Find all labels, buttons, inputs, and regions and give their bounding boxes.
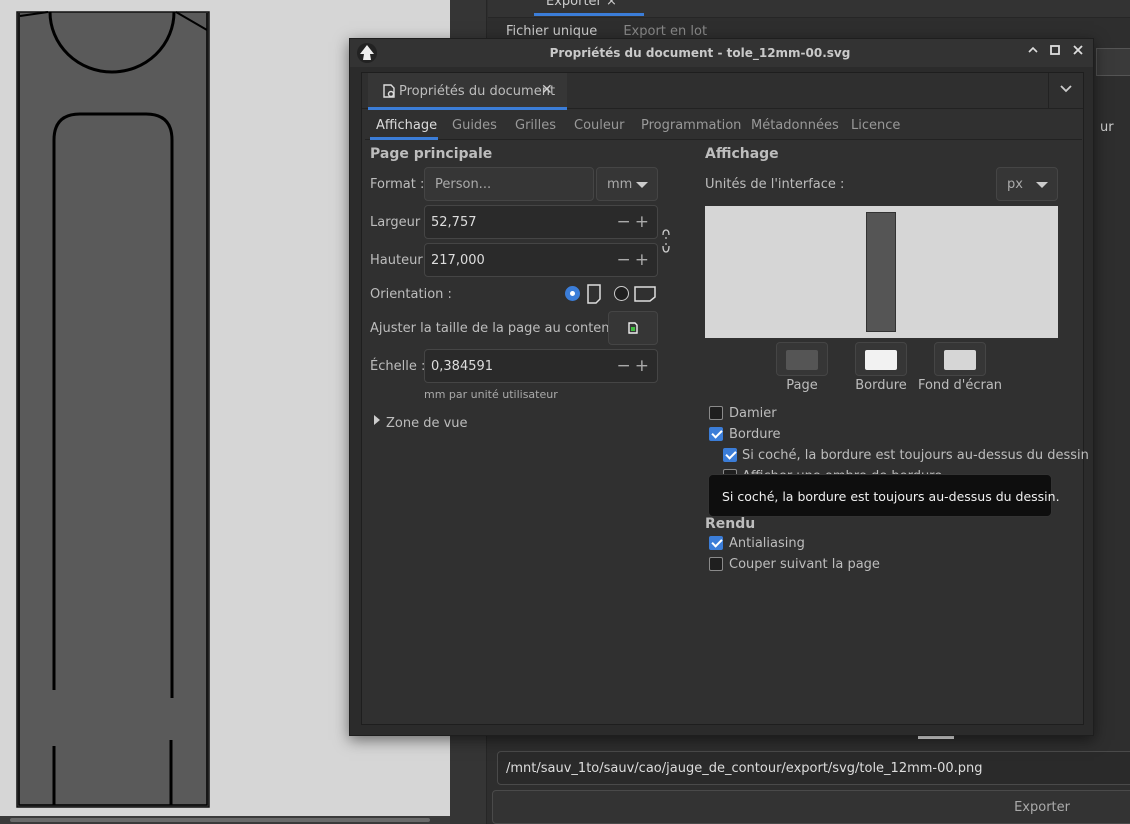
close-button[interactable] — [1070, 44, 1086, 60]
subtab-metadonnees[interactable]: Métadonnées — [751, 118, 839, 133]
fit-page-label: Ajuster la taille de la page au contenu … — [370, 321, 627, 336]
tab-document-properties-label: Propriétés du document — [399, 84, 556, 99]
link-proportions-icon[interactable] — [660, 227, 672, 255]
scale-label: Échelle : — [370, 359, 426, 374]
format-label: Format : — [370, 177, 425, 192]
dialog-titlebar[interactable]: Propriétés du document - tole_12mm-00.sv… — [350, 39, 1093, 67]
chevron-down-icon — [1059, 85, 1072, 93]
preview-page — [866, 212, 896, 332]
active-subtab-indicator — [370, 137, 438, 140]
document-properties-dialog: Propriétés du document - tole_12mm-00.sv… — [349, 38, 1094, 736]
scale-value: 0,384591 — [431, 359, 494, 374]
properties-subtabs: Affichage Guides Grilles Couleur Program… — [365, 112, 1082, 140]
export-button[interactable]: Exporter — [492, 790, 1130, 824]
scale-hint: mm par unité utilisateur — [424, 388, 558, 401]
checker-label: Damier — [729, 406, 777, 421]
border-on-top-label: Si coché, la bordure est toujours au-des… — [742, 448, 1089, 463]
mode-batch-export[interactable]: Export en lot — [623, 24, 707, 39]
dock-tabbar: Exporter × — [488, 0, 1130, 18]
border-color-swatch[interactable] — [855, 342, 907, 376]
portrait-radio[interactable] — [565, 286, 580, 301]
viewbox-expander[interactable]: Zone de vue — [386, 416, 468, 431]
clip-to-page-label: Couper suivant la page — [729, 557, 880, 572]
close-icon — [1073, 45, 1083, 55]
format-select[interactable]: Person... — [424, 167, 594, 201]
scale-stepper-icon[interactable]: −+ — [617, 357, 654, 375]
dialog-body: Propriétés du document ✕ Affichage Guide… — [361, 72, 1089, 725]
width-stepper-icon[interactable]: −+ — [617, 213, 654, 231]
page-unit-value: mm — [607, 177, 633, 192]
minimize-button[interactable] — [1025, 44, 1041, 60]
portrait-page-icon — [587, 284, 601, 304]
dock-side-label: ur — [1100, 120, 1114, 135]
export-path-input[interactable]: /mnt/sauv_1to/sauv/cao/jauge_de_contour/… — [497, 751, 1130, 785]
landscape-page-icon — [634, 286, 656, 302]
desk-swatch-label: Fond d'écran — [917, 378, 1003, 393]
page-unit-select[interactable]: mm — [596, 167, 658, 201]
export-mode-tabs: Fichier unique Export en lot — [506, 24, 729, 39]
height-field[interactable]: 217,000 −+ — [424, 243, 658, 277]
height-stepper-icon[interactable]: −+ — [617, 251, 654, 269]
height-label: Hauteur : — [370, 253, 432, 268]
antialias-label: Antialiasing — [729, 536, 805, 551]
subtab-couleur[interactable]: Couleur — [574, 118, 624, 133]
render-section-heading: Rendu — [705, 516, 756, 532]
border-label: Bordure — [729, 427, 781, 442]
subtab-guides[interactable]: Guides — [452, 118, 497, 133]
mode-single-file[interactable]: Fichier unique — [506, 24, 597, 39]
border-checkbox[interactable] — [709, 427, 723, 441]
canvas-scrollbar[interactable] — [0, 816, 450, 824]
scale-field[interactable]: 0,384591 −+ — [424, 349, 658, 383]
clip-to-page-checkbox[interactable] — [709, 557, 723, 571]
units-select[interactable]: px — [996, 167, 1058, 201]
dialog-title: Propriétés du document - tole_12mm-00.sv… — [549, 46, 851, 60]
units-value: px — [1007, 177, 1023, 192]
subtab-programmation[interactable]: Programmation — [641, 118, 741, 133]
display-section-heading: Affichage — [705, 146, 779, 162]
subtab-affichage[interactable]: Affichage — [376, 118, 437, 133]
desk-color-swatch[interactable] — [934, 342, 986, 376]
border-swatch-label: Bordure — [855, 378, 907, 393]
dock-input-fragment[interactable] — [1096, 48, 1130, 76]
tab-document-properties[interactable]: Propriétés du document ✕ — [368, 73, 567, 110]
width-field[interactable]: 52,757 −+ — [424, 205, 658, 239]
chevron-up-icon — [1028, 46, 1038, 53]
fit-page-button[interactable] — [608, 311, 658, 345]
height-value: 217,000 — [431, 253, 485, 268]
checker-checkbox[interactable] — [709, 406, 723, 420]
document-properties-icon — [383, 84, 395, 98]
dropdown-arrow-icon — [1036, 182, 1048, 188]
maximize-icon — [1050, 45, 1060, 55]
tab-export[interactable]: Exporter × — [534, 0, 644, 16]
landscape-radio[interactable] — [614, 286, 629, 301]
subtab-grilles[interactable]: Grilles — [515, 118, 556, 133]
tab-menu-button[interactable] — [1048, 73, 1082, 109]
subtab-licence[interactable]: Licence — [851, 118, 900, 133]
expander-arrow-icon[interactable] — [374, 415, 380, 425]
antialias-checkbox[interactable] — [709, 536, 723, 550]
maximize-button[interactable] — [1047, 44, 1063, 60]
export-preview-fragment — [918, 736, 954, 739]
orientation-label: Orientation : — [370, 287, 452, 302]
border-on-top-checkbox[interactable] — [723, 448, 737, 462]
page-preview — [705, 206, 1058, 338]
tooltip: Si coché, la bordure est toujours au-des… — [708, 474, 1060, 517]
width-value: 52,757 — [431, 215, 477, 230]
units-label: Unités de l'interface : — [705, 177, 845, 192]
dropdown-arrow-icon — [636, 182, 648, 188]
page-section-heading: Page principale — [370, 146, 493, 162]
width-label: Largeur : — [370, 215, 429, 230]
page-swatch-label: Page — [786, 378, 818, 393]
format-value: Person... — [435, 177, 492, 192]
close-tab-icon[interactable]: ✕ — [541, 82, 553, 98]
dialog-tabbar: Propriétés du document ✕ — [362, 73, 1083, 110]
page-color-swatch[interactable] — [776, 342, 828, 376]
fit-to-content-icon — [628, 322, 638, 334]
tab-export-label: Exporter — [546, 0, 602, 9]
